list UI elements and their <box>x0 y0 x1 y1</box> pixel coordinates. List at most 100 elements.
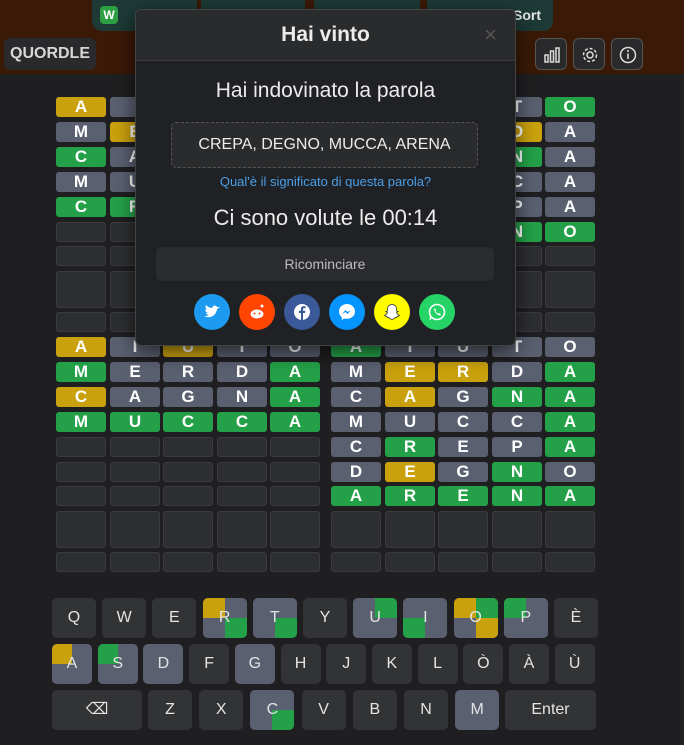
key-v[interactable]: V <box>301 690 346 730</box>
board-3-empty-tile <box>56 461 106 482</box>
board-3-tile: A <box>270 411 320 432</box>
board-1-tile: C <box>56 196 106 217</box>
key-n[interactable]: N <box>404 690 448 730</box>
snapchat-share-button[interactable] <box>374 294 410 330</box>
key-p[interactable]: P <box>503 598 548 638</box>
key-r[interactable]: R <box>202 598 247 638</box>
board-3-empty-tile <box>110 486 160 507</box>
board-4-tile: E <box>438 436 488 457</box>
board-1-empty-tile <box>56 246 106 267</box>
board-3-empty-tile <box>56 436 106 457</box>
backspace-key[interactable]: ⌫ <box>52 690 142 730</box>
board-3-empty-tile <box>163 511 213 549</box>
key-label: R <box>218 609 231 626</box>
key-label: Q <box>67 609 81 626</box>
board-3-tile: A <box>270 386 320 407</box>
close-icon[interactable]: × <box>484 22 497 48</box>
board-4-tile: G <box>438 386 488 407</box>
board-4-tile: C <box>331 386 381 407</box>
whatsapp-share-button[interactable] <box>419 294 455 330</box>
wordle-logo-icon: W <box>100 6 118 24</box>
enter-key[interactable]: Enter <box>505 690 596 730</box>
board-3-empty-tile <box>163 552 213 573</box>
key-h[interactable]: H <box>280 644 321 684</box>
key-a[interactable]: A <box>52 644 92 684</box>
board-2-tile: A <box>545 121 595 142</box>
key-o[interactable]: O <box>453 598 498 638</box>
key-ò[interactable]: Ò <box>463 644 504 684</box>
key-q[interactable]: Q <box>52 598 96 638</box>
twitter-share-button[interactable] <box>194 294 230 330</box>
key-k[interactable]: K <box>371 644 412 684</box>
board-1-tile: M <box>56 121 106 142</box>
info-button[interactable] <box>611 38 643 70</box>
reddit-icon <box>250 304 264 319</box>
board-1-empty-tile <box>56 221 106 242</box>
board-2-tile: A <box>545 146 595 167</box>
board-3-empty-tile <box>163 461 213 482</box>
restart-button[interactable]: Ricominciare <box>156 247 494 281</box>
key-label: L <box>433 655 443 672</box>
board-4-tile: N <box>492 486 542 507</box>
stats-button[interactable] <box>535 38 567 70</box>
board-2-tile: A <box>545 196 595 217</box>
key-label: E <box>169 609 180 626</box>
board-3-empty-tile <box>270 436 320 457</box>
board-4-empty-tile <box>492 511 542 549</box>
key-m[interactable]: M <box>455 690 500 730</box>
key-e[interactable]: E <box>152 598 197 638</box>
board-3-tile: M <box>56 411 106 432</box>
board-4-empty-tile <box>545 511 595 549</box>
key-d[interactable]: D <box>143 644 184 684</box>
key-t[interactable]: T <box>252 598 297 638</box>
board-3-tile: A <box>270 361 320 382</box>
board-4-tile: E <box>438 486 488 507</box>
board-4-empty-tile <box>492 552 542 573</box>
key-label: N <box>420 701 432 718</box>
key-ù[interactable]: Ù <box>554 644 595 684</box>
messenger-share-button[interactable] <box>329 294 365 330</box>
board-3-empty-tile <box>270 511 320 549</box>
board-2-empty-tile <box>545 271 595 309</box>
key-x[interactable]: X <box>199 690 244 730</box>
answer-words: CREPA, DEGNO, MUCCA, ARENA <box>171 122 478 168</box>
key-s[interactable]: S <box>97 644 138 684</box>
key-label: Y <box>319 609 331 626</box>
meaning-link[interactable]: Qual'è il significato di questa parola? <box>136 174 515 189</box>
key-i[interactable]: I <box>403 598 448 638</box>
key-label: G <box>248 655 262 672</box>
key-j[interactable]: J <box>326 644 367 684</box>
key-label: J <box>342 655 351 672</box>
key-c[interactable]: C <box>250 690 295 730</box>
brand-logo[interactable]: QUORDLE <box>4 38 96 70</box>
modal-title: Hai vinto <box>281 23 370 46</box>
key-b[interactable]: B <box>352 690 397 730</box>
reddit-share-button[interactable] <box>239 294 275 330</box>
board-2-tile: A <box>545 171 595 192</box>
board-4-empty-tile <box>331 552 381 573</box>
board-4-tile: R <box>385 486 435 507</box>
key-label: F <box>204 655 214 672</box>
key-board-indicator <box>425 618 448 638</box>
key-z[interactable]: Z <box>148 690 192 730</box>
key-label: S <box>112 655 124 672</box>
board-3-empty-tile <box>56 552 106 573</box>
key-u[interactable]: U <box>353 598 398 638</box>
board-4-tile: O <box>545 337 595 357</box>
facebook-share-button[interactable] <box>284 294 320 330</box>
facebook-icon <box>294 304 310 320</box>
key-f[interactable]: F <box>189 644 230 684</box>
key-à[interactable]: À <box>509 644 549 684</box>
key-l[interactable]: L <box>417 644 458 684</box>
key-w[interactable]: W <box>102 598 147 638</box>
key-g[interactable]: G <box>234 644 275 684</box>
board-1-empty-tile <box>56 271 106 309</box>
key-y[interactable]: Y <box>303 598 347 638</box>
win-modal: Hai vinto × Hai indovinato la parola CRE… <box>135 9 516 346</box>
board-3-empty-tile <box>270 552 320 573</box>
settings-button[interactable] <box>573 38 605 70</box>
key-è[interactable]: È <box>554 598 598 638</box>
board-4-tile: N <box>492 386 542 407</box>
board-2-tile: O <box>545 97 595 117</box>
board-3-empty-tile <box>217 436 267 457</box>
